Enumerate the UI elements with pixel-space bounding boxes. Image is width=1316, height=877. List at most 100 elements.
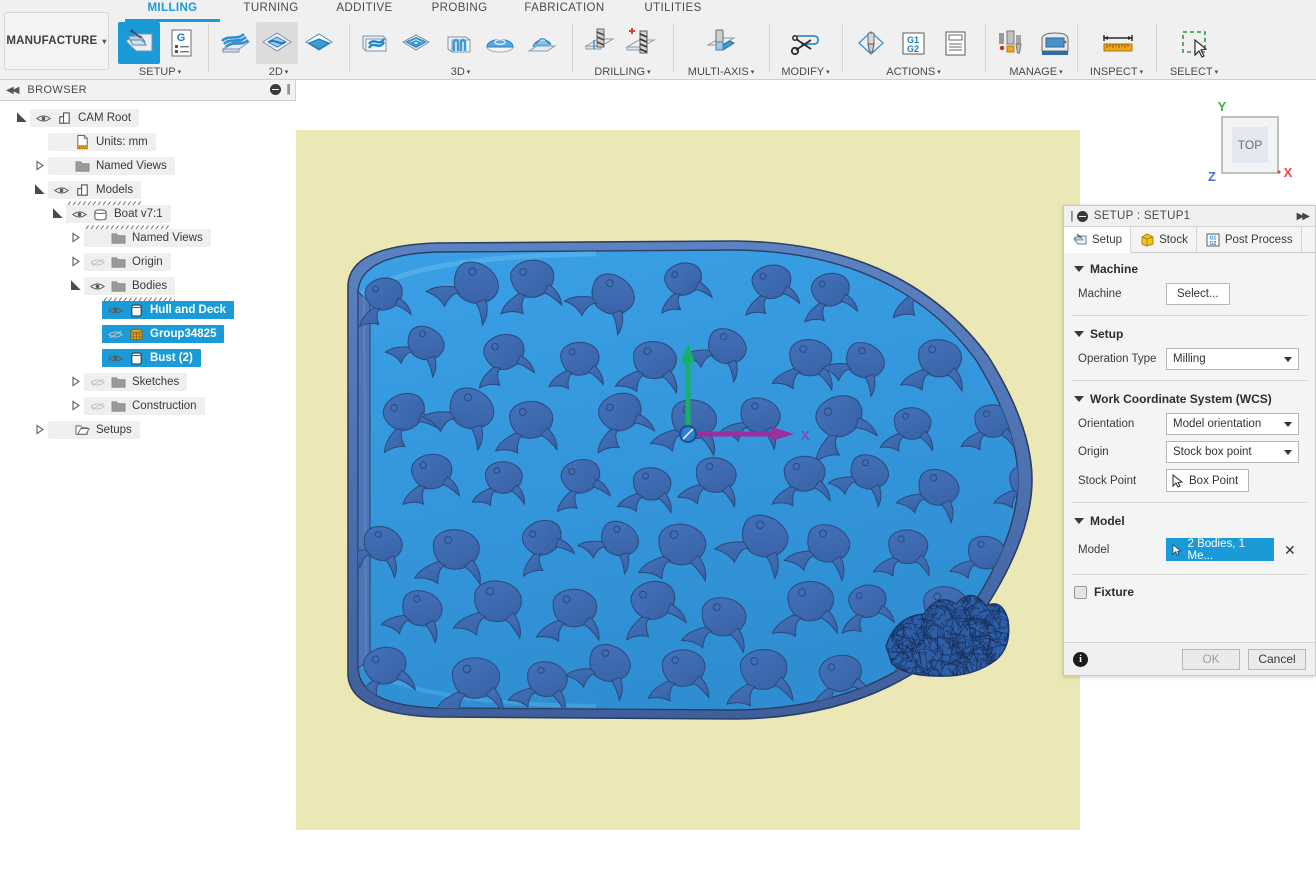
eye-hidden-icon[interactable] [107,329,123,340]
select-button[interactable] [1174,22,1216,64]
disclosure-collapsed-icon[interactable] [68,376,84,388]
disclosure-collapsed-icon[interactable] [68,232,84,244]
drag-grip-icon[interactable]: || [1070,210,1073,222]
disclosure-collapsed-icon[interactable] [32,424,48,436]
eye-visible-icon[interactable] [89,281,105,292]
tree-item-chip[interactable]: Sketches [84,373,188,391]
eye-visible-icon[interactable] [104,305,126,316]
section-setup[interactable]: Setup [1064,318,1315,345]
tree-item-chip[interactable]: Boat v7:1 [66,205,171,230]
tab-turning[interactable]: TURNING [226,2,316,19]
clear-selection-icon[interactable]: ✕ [1284,543,1296,557]
section-wcs[interactable]: Work Coordinate System (WCS) [1064,383,1315,410]
eye-hidden-icon[interactable] [89,401,105,412]
setup-sheet-button[interactable] [934,22,976,64]
workspace-switcher-button[interactable]: MANUFACTURE ▾ [4,12,109,70]
tree-row-construction[interactable]: Construction [0,394,296,418]
multiaxis-button[interactable] [699,22,741,64]
info-icon[interactable]: i [1073,651,1088,667]
operation-type-select[interactable]: Milling [1166,348,1299,370]
tree-row-named-views[interactable]: Named Views [0,226,296,250]
minimize-icon[interactable] [1076,210,1088,222]
eye-hidden-icon[interactable] [86,257,108,268]
disclosure-collapsed-icon[interactable] [34,424,46,436]
measure-button[interactable] [1097,22,1139,64]
scallop3d-button[interactable] [479,22,521,64]
section-model[interactable]: Model [1064,505,1315,532]
ribbon-group-label-drilling[interactable]: DRILLING ▾ [576,66,669,78]
ribbon-group-label-modify[interactable]: MODIFY ▾ [773,66,838,78]
modify-button[interactable] [784,22,826,64]
chevron-down-icon[interactable] [1074,266,1084,272]
disclosure-expanded-icon[interactable] [34,184,46,196]
tree-item-chip[interactable]: Construction [84,397,205,415]
tree-item-chip[interactable]: Units: mm [48,133,156,151]
disclosure-expanded-icon[interactable] [14,112,30,124]
pocket3d-button[interactable] [395,22,437,64]
chevron-down-icon[interactable] [1074,331,1084,337]
eye-visible-icon[interactable] [50,185,72,196]
ok-button[interactable]: OK [1182,648,1240,670]
ribbon-group-label-actions[interactable]: ACTIONS ▾ [846,66,981,78]
disclosure-collapsed-icon[interactable] [70,232,82,244]
spiral3d-button[interactable] [521,22,563,64]
setup-button[interactable] [118,22,160,64]
bore-button[interactable] [620,22,662,64]
eye-visible-icon[interactable] [35,113,51,124]
tree-item-chip[interactable]: Origin [84,253,171,271]
tool-library-button[interactable] [992,22,1034,64]
eye-visible-icon[interactable] [107,353,123,364]
ribbon-group-label-setup[interactable]: SETUP ▾ [114,66,206,78]
tree-row-boat-v7-1[interactable]: Boat v7:1 [0,202,296,230]
collapse-left-icon[interactable]: ◀◀ [6,85,19,96]
tree-row-hull-and-deck[interactable]: Hull and Deck [0,298,296,322]
parallel3d-button[interactable] [437,22,479,64]
disclosure-expanded-icon[interactable] [32,184,48,196]
tab-probing[interactable]: PROBING [413,2,506,19]
tree-item-chip[interactable]: Bust (2) [102,349,201,367]
tree-item-chip[interactable]: Setups [48,421,140,439]
tab-post-process[interactable]: G1 G2 Post Process [1197,227,1302,253]
eye-hidden-icon[interactable] [104,329,126,340]
stock-point-picker-button[interactable]: Box Point [1166,469,1250,492]
ribbon-group-label-manage[interactable]: MANAGE ▾ [989,66,1083,78]
face-button[interactable] [214,22,256,64]
tree-row-setups[interactable]: Setups [0,418,296,442]
eye-visible-icon[interactable] [86,281,108,292]
section-machine[interactable]: Machine [1064,253,1315,280]
tab-setup[interactable]: Setup [1064,227,1132,253]
tab-fabrication[interactable]: FABRICATION [508,2,621,19]
machine-library-button[interactable] [1034,22,1076,64]
tree-row-named-views[interactable]: Named Views [0,154,296,178]
ribbon-group-label-3d[interactable]: 3D ▾ [353,66,568,78]
tree-row-cam-root[interactable]: CAM Root [0,106,296,130]
adaptive2d-button[interactable] [298,22,340,64]
expand-right-icon[interactable]: ▶▶ [1297,211,1310,222]
chevron-down-icon[interactable] [1074,518,1084,524]
disclosure-collapsed-icon[interactable] [68,400,84,412]
disclosure-collapsed-icon[interactable] [70,256,82,268]
fixture-checkbox[interactable] [1074,585,1087,599]
disclosure-expanded-icon[interactable] [16,112,28,124]
fixture-row[interactable]: Fixture [1064,577,1315,607]
ribbon-group-label-multiaxis[interactable]: MULTI-AXIS ▾ [677,66,765,78]
tree-item-chip[interactable]: CAM Root [30,109,140,127]
eye-hidden-icon[interactable] [86,377,108,388]
tree-item-chip[interactable]: Bodies [84,277,177,302]
tree-item-chip[interactable]: Group34825 [102,325,225,343]
tree-row-bodies[interactable]: Bodies [0,274,296,302]
tree-row-bust-2[interactable]: Bust (2) [0,346,296,370]
tree-row-group34825[interactable]: Group34825 [0,322,296,346]
pocket2d-button[interactable] [256,22,298,64]
minimize-icon[interactable] [270,83,282,95]
tree-row-sketches[interactable]: Sketches [0,370,296,394]
probe-button[interactable] [850,22,892,64]
machine-select-button[interactable]: Select... [1166,283,1230,305]
tab-utilities[interactable]: UTILITIES [623,2,723,19]
tab-stock[interactable]: Stock [1131,227,1197,253]
ribbon-group-label-select[interactable]: SELECT ▾ [1160,66,1228,78]
tree-row-units-mm[interactable]: Units: mm [0,130,296,154]
disclosure-expanded-icon[interactable] [50,208,66,220]
tab-additive[interactable]: ADDITIVE [318,2,411,19]
tree-item-chip[interactable]: Named Views [48,157,175,175]
